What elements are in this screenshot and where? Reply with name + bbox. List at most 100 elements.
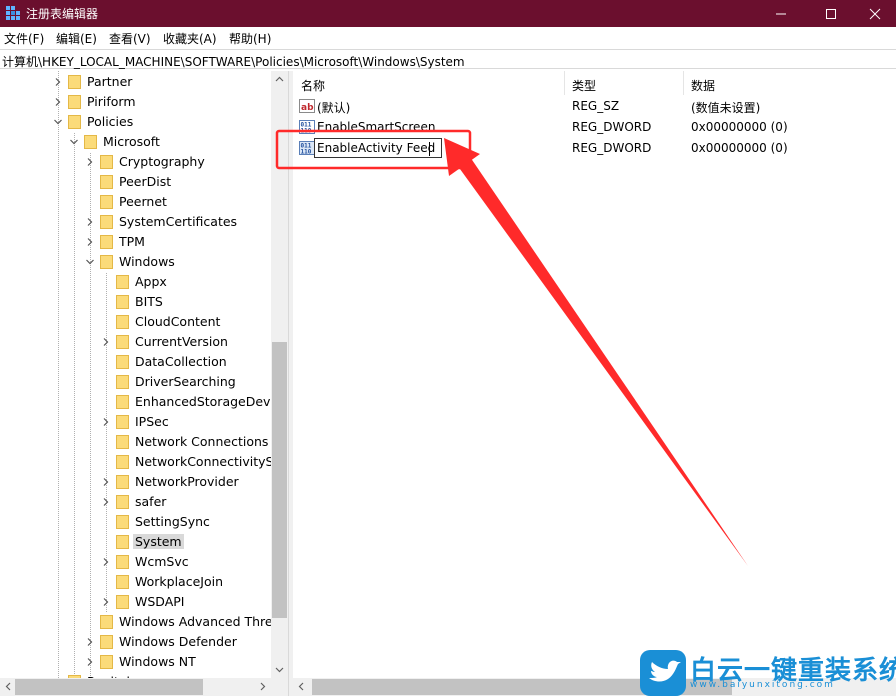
tree-node-windows[interactable]: Windows xyxy=(0,252,272,272)
tree-node-partner[interactable]: Partner xyxy=(0,72,272,92)
chevron-right-icon[interactable] xyxy=(101,557,111,567)
close-button[interactable] xyxy=(852,0,896,27)
chevron-down-icon[interactable] xyxy=(69,137,79,147)
folder-icon xyxy=(84,135,97,149)
scroll-down-icon[interactable] xyxy=(271,661,288,678)
regedit-app-icon xyxy=(6,6,20,20)
folder-icon xyxy=(116,435,129,449)
column-header-data[interactable]: 数据 xyxy=(691,71,715,95)
menu-file[interactable]: 文件(F) xyxy=(4,30,44,47)
tree-node-wcmsvc[interactable]: WcmSvc xyxy=(0,552,272,572)
folder-icon xyxy=(116,295,129,309)
folder-icon xyxy=(116,575,129,589)
tree-node-label: IPSec xyxy=(135,414,169,429)
text-caret xyxy=(429,142,430,156)
tree-node-label: Piriform xyxy=(87,94,136,109)
tree-node-network-connections[interactable]: Network Connections xyxy=(0,432,272,452)
value-row-enableactivityfeed[interactable]: 011 110 EnableActivity Feed REG_DWORD 0x… xyxy=(293,138,893,159)
tree-node-windows-nt[interactable]: Windows NT xyxy=(0,652,272,672)
registry-key-tree: Partner Piriform Policies Microsoft Cryptogr… xyxy=(0,71,288,678)
tree-node-ipsec[interactable]: IPSec xyxy=(0,412,272,432)
value-data: 0x00000000 (0) xyxy=(691,141,788,155)
title-bar: 注册表编辑器 xyxy=(0,0,896,27)
tree-node-workplacejoin[interactable]: WorkplaceJoin xyxy=(0,572,272,592)
chevron-right-icon[interactable] xyxy=(85,217,95,227)
chevron-down-icon[interactable] xyxy=(53,117,63,127)
minimize-button[interactable] xyxy=(758,0,804,27)
scroll-left-icon[interactable] xyxy=(293,678,310,695)
tree-node-datacollection[interactable]: DataCollection xyxy=(0,352,272,372)
tree-node-safer[interactable]: safer xyxy=(0,492,272,512)
tree-vertical-scrollbar[interactable] xyxy=(271,71,288,678)
rename-value-input[interactable]: EnableActivity Feed xyxy=(314,138,442,158)
chevron-right-icon[interactable] xyxy=(101,417,111,427)
folder-icon xyxy=(116,415,129,429)
tree-scroll-thumb[interactable] xyxy=(272,342,287,618)
column-header-name[interactable]: 名称 xyxy=(301,71,325,95)
tree-node-peernet[interactable]: Peernet xyxy=(0,192,272,212)
folder-icon xyxy=(116,475,129,489)
column-separator[interactable] xyxy=(683,71,684,95)
chevron-right-icon[interactable] xyxy=(85,237,95,247)
tree-node-networkprovider[interactable]: NetworkProvider xyxy=(0,472,272,492)
chevron-right-icon[interactable] xyxy=(101,497,111,507)
tree-node-tpm[interactable]: TPM xyxy=(0,232,272,252)
tree-node-policies[interactable]: Policies xyxy=(0,112,272,132)
chevron-right-icon[interactable] xyxy=(85,637,95,647)
value-row-default[interactable]: ab (默认) REG_SZ (数值未设置) xyxy=(293,96,893,117)
tree-node-label: Windows xyxy=(119,254,175,269)
tree-node-label: DriverSearching xyxy=(135,374,236,389)
chevron-right-icon[interactable] xyxy=(101,337,111,347)
chevron-right-icon[interactable] xyxy=(101,597,111,607)
menu-edit[interactable]: 编辑(E) xyxy=(56,30,97,47)
tree-node-label: Microsoft xyxy=(103,134,160,149)
tree-node-currentversion[interactable]: CurrentVersion xyxy=(0,332,272,352)
folder-icon xyxy=(100,235,113,249)
tree-node-systemcertificates[interactable]: SystemCertificates xyxy=(0,212,272,232)
tree-node-windows-defender[interactable]: Windows Defender xyxy=(0,632,272,652)
value-row-enablesmartscreen[interactable]: 011 110 EnableSmartScreen REG_DWORD 0x00… xyxy=(293,117,893,138)
tree-node-bits[interactable]: BITS xyxy=(0,292,272,312)
folder-icon xyxy=(68,75,81,89)
tree-node-system[interactable]: System xyxy=(0,532,272,552)
close-icon xyxy=(869,8,881,20)
chevron-right-icon[interactable] xyxy=(53,77,63,87)
tree-node-networkconnectivitystatusindicator[interactable]: NetworkConnectivityStatusIndicator xyxy=(0,452,288,472)
folder-icon xyxy=(100,635,113,649)
address-bar[interactable]: 计算机\HKEY_LOCAL_MACHINE\SOFTWARE\Policies… xyxy=(0,49,896,69)
tree-horizontal-scrollbar[interactable] xyxy=(0,678,288,696)
column-header-type[interactable]: 类型 xyxy=(572,71,596,95)
scroll-right-icon[interactable] xyxy=(254,678,271,695)
chevron-down-icon[interactable] xyxy=(85,257,95,267)
tree-node-appx[interactable]: Appx xyxy=(0,272,272,292)
menu-favorites[interactable]: 收藏夹(A) xyxy=(163,30,217,47)
tree-node-label: Policies xyxy=(87,114,134,129)
column-separator[interactable] xyxy=(564,71,565,95)
folder-icon xyxy=(116,595,129,609)
maximize-button[interactable] xyxy=(808,0,854,27)
maximize-icon xyxy=(826,9,836,19)
menu-view[interactable]: 查看(V) xyxy=(109,30,151,47)
tree-node-windows-advanced-threat-protection[interactable]: Windows Advanced Threat Protection xyxy=(0,612,288,632)
tree-hscroll-thumb[interactable] xyxy=(15,679,203,695)
tree-node-label: WorkplaceJoin xyxy=(135,574,224,589)
bird-icon xyxy=(649,660,681,682)
tree-node-enhancedstoragedevices[interactable]: EnhancedStorageDevices xyxy=(0,392,288,412)
chevron-right-icon[interactable] xyxy=(101,477,111,487)
chevron-right-icon[interactable] xyxy=(85,157,95,167)
tree-node-microsoft[interactable]: Microsoft xyxy=(0,132,272,152)
tree-node-cloudcontent[interactable]: CloudContent xyxy=(0,312,272,332)
tree-node-wsdapi[interactable]: WSDAPI xyxy=(0,592,272,612)
scroll-up-icon[interactable] xyxy=(271,71,288,88)
menu-help[interactable]: 帮助(H) xyxy=(229,30,271,47)
folder-icon xyxy=(116,495,129,509)
tree-node-peerdist[interactable]: PeerDist xyxy=(0,172,272,192)
chevron-right-icon[interactable] xyxy=(53,97,63,107)
chevron-right-icon[interactable] xyxy=(85,657,95,667)
tree-node-settingsync[interactable]: SettingSync xyxy=(0,512,272,532)
tree-node-label: TPM xyxy=(119,234,145,249)
tree-node-cryptography[interactable]: Cryptography xyxy=(0,152,272,172)
tree-node-label: Windows NT xyxy=(119,654,196,669)
tree-node-driversearching[interactable]: DriverSearching xyxy=(0,372,272,392)
tree-node-piriform[interactable]: Piriform xyxy=(0,92,272,112)
